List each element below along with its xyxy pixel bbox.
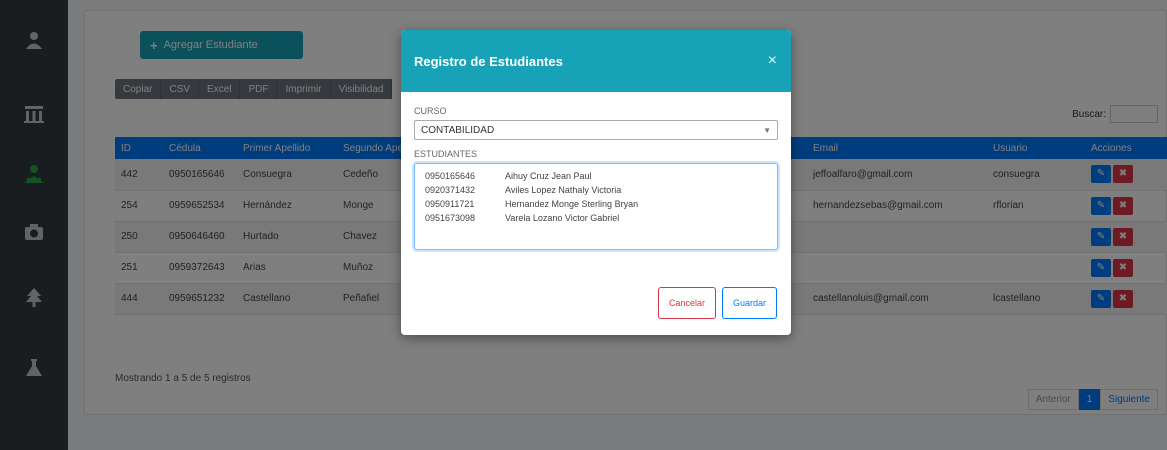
modal-body: CURSO CONTABILIDAD ▼ ESTUDIANTES 0950165… — [401, 92, 791, 250]
student-line: 0920371432 Aviles Lopez Nathaly Victoria — [425, 183, 767, 197]
modal-header: Registro de Estudiantes × — [401, 30, 791, 92]
curso-select[interactable]: CONTABILIDAD ▼ — [414, 120, 778, 140]
register-students-modal: Registro de Estudiantes × CURSO CONTABIL… — [401, 30, 791, 335]
student-name: Hernandez Monge Sterling Bryan — [505, 199, 639, 209]
curso-label: CURSO — [414, 106, 447, 116]
modal-footer: Cancelar Guardar — [657, 287, 777, 319]
curso-value: CONTABILIDAD — [421, 124, 495, 136]
student-name: Aihuy Cruz Jean Paul — [505, 171, 592, 181]
close-icon[interactable]: × — [768, 53, 777, 69]
estudiantes-label: ESTUDIANTES — [414, 149, 478, 159]
student-line: 0950165646 Aihuy Cruz Jean Paul — [425, 169, 767, 183]
student-name: Varela Lozano Victor Gabriel — [505, 213, 620, 223]
save-button[interactable]: Guardar — [721, 287, 777, 319]
chevron-down-icon: ▼ — [763, 125, 771, 135]
student-name: Aviles Lopez Nathaly Victoria — [505, 185, 622, 195]
student-cedula: 0950911721 — [425, 199, 475, 209]
student-cedula: 0950165646 — [425, 171, 476, 181]
estudiantes-textarea[interactable]: 0950165646 Aihuy Cruz Jean Paul 092037143… — [414, 163, 778, 250]
student-cedula: 0920371432 — [425, 185, 476, 195]
student-cedula: 0951673098 — [425, 213, 476, 223]
student-line: 0951673098 Varela Lozano Victor Gabriel — [425, 211, 767, 225]
cancel-button[interactable]: Cancelar — [657, 287, 716, 319]
student-line: 0950911721 Hernandez Monge Sterling Bryan — [425, 197, 767, 211]
modal-title: Registro de Estudiantes — [414, 53, 563, 69]
